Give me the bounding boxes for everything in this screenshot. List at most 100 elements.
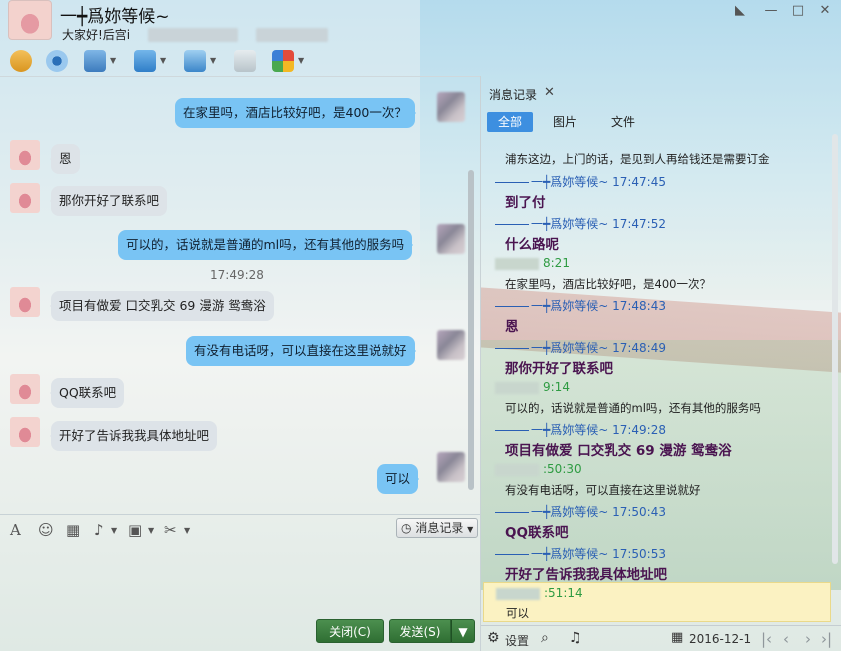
blurred-info [148,28,238,42]
chevron-down-icon[interactable]: ▼ [110,56,116,65]
history-message-text: 有没有电话呀，可以直接在这里说就好 [505,483,701,497]
scrollbar-thumb[interactable] [832,134,838,564]
chevron-down-icon[interactable]: ▼ [298,56,304,65]
apps-icon[interactable] [272,50,294,72]
filter-tab-images[interactable]: 图片 [545,112,585,132]
history-sender-line: 一┿爲妳等候~ 17:50:43 [495,503,666,520]
chat-message-area: 在家里吗，酒店比较好吧，是400一次？ 恩 那你开好了联系吧 可以的，话说就是普… [0,80,480,510]
message-bubble-sent[interactable]: 有没有电话呀，可以直接在这里说就好 [186,336,416,366]
send-button[interactable]: 发送(S) [389,619,451,643]
filter-tab-all[interactable]: 全部 [487,112,533,132]
filter-tab-files[interactable]: 文件 [603,112,643,132]
contact-avatar-small[interactable] [10,183,40,213]
remote-screen-icon[interactable] [84,50,106,72]
message-bubble-sent[interactable]: 可以 [377,464,420,494]
history-self-time: 8:21 [495,256,570,270]
share-screen-icon[interactable] [184,50,206,72]
gif-icon[interactable]: ▦ [66,521,80,539]
history-date[interactable]: 2016-12-1 [689,632,751,646]
history-record-list: 浦东这边，上门的话，是见到人再给钱还是需要订金 一┿爲妳等候~ 17:47:45… [481,134,841,624]
divider [0,76,480,77]
contact-avatar-small[interactable] [10,417,40,447]
message-bubble-sent[interactable]: 可以的，话说就是普通的ml吗，还有其他的服务吗 [118,230,414,260]
scissors-icon[interactable]: ✂ [164,521,177,539]
previous-page-icon[interactable]: ‹ [783,630,789,648]
create-discussion-icon[interactable] [234,50,256,72]
close-button[interactable]: 关闭(C) [316,619,384,643]
message-history-button[interactable]: ◷ 消息记录 ▼ [396,518,478,538]
history-message-text: 可以 [506,606,529,620]
search-icon[interactable]: ⌕ [541,630,549,646]
self-avatar[interactable] [437,452,465,482]
chevron-down-icon: ▼ [467,525,474,534]
message-bubble-received[interactable]: 恩 [50,144,80,174]
history-message-text: 什么路呢 [505,237,559,253]
blurred-info [256,28,328,42]
contact-avatar[interactable] [8,0,52,40]
first-page-icon[interactable]: |‹ [761,630,772,648]
message-input[interactable] [0,542,480,612]
next-page-icon[interactable]: › [805,630,811,648]
history-self-time: :50:30 [495,462,582,476]
contact-name: 一┿爲妳等候~ [60,7,170,27]
gear-icon[interactable]: ⚙ [487,630,500,646]
emoji-icon[interactable]: ☺ [38,521,54,539]
message-history-label: 消息记录 [415,521,464,535]
settings-label[interactable]: 设置 [505,632,529,649]
history-sender-line: 一┿爲妳等候~ 17:47:52 [495,215,666,232]
history-sender-line: 一┿爲妳等候~ 17:50:53 [495,545,666,562]
self-avatar[interactable] [437,92,465,122]
panel-header: 消息记录 ✕ [481,76,841,108]
font-icon[interactable]: A [10,521,21,539]
video-call-icon[interactable] [46,50,68,72]
contact-avatar-small[interactable] [10,287,40,317]
close-icon[interactable]: ✕ [818,4,832,18]
send-file-icon[interactable] [134,50,156,72]
send-options-chevron-icon[interactable]: ▼ [451,619,475,643]
calendar-icon[interactable]: ▦ [671,630,683,645]
history-scrollbar[interactable] [831,134,839,574]
history-sender-line: 一┿爲妳等候~ 17:48:49 [495,339,666,356]
message-bubble-received[interactable]: QQ联系吧 [49,378,125,408]
history-self-time: 9:14 [495,380,570,394]
history-sender-line: 一┿爲妳等候~ 17:48:43 [495,297,666,314]
history-footer: ⚙ 设置 ⌕ ♫ ▦ 2016-12-1 |‹ ‹ › ›| [481,625,841,651]
chat-scrollbar[interactable] [467,90,475,500]
chevron-down-icon[interactable]: ▼ [160,56,166,65]
tab-message-history[interactable]: 消息记录 [489,86,537,103]
close-icon[interactable]: ✕ [544,85,555,100]
minimize-icon[interactable]: — [764,4,778,18]
history-message-text: 项目有做爱 口交乳交 69 漫游 鸳鸯浴 [505,443,732,459]
image-icon[interactable]: ▣ [128,521,142,539]
history-message-text: 那你开好了联系吧 [505,361,613,377]
last-page-icon[interactable]: ›| [821,630,832,648]
skin-icon[interactable]: ◣ [733,4,747,18]
scrollbar-thumb[interactable] [468,170,474,490]
message-history-panel: 消息记录 ✕ 全部 图片 文件 浦东这边，上门的话，是见到人再给钱还是需要订金 … [480,76,841,651]
clock-icon: ◷ [401,521,412,535]
history-sender-line: 一┿爲妳等候~ 17:49:28 [495,421,666,438]
contact-avatar-small[interactable] [10,374,40,404]
microphone-icon[interactable]: ♪ [94,521,104,539]
self-avatar[interactable] [437,330,465,360]
chevron-down-icon[interactable]: ▼ [148,526,154,535]
voice-call-icon[interactable] [10,50,32,72]
message-bubble-received[interactable]: 那你开好了联系吧 [49,186,168,216]
chevron-down-icon[interactable]: ▼ [210,56,216,65]
history-selected-record[interactable]: :51:14 可以 [483,582,831,622]
chevron-down-icon[interactable]: ▼ [111,526,117,535]
self-avatar[interactable] [437,224,465,254]
history-message-text: QQ联系吧 [505,525,569,541]
contact-avatar-small[interactable] [10,140,40,170]
message-bubble-received[interactable]: 项目有做爱 口交乳交 69 漫游 鸳鸯浴 [50,291,274,321]
chat-toolbar: ▼ ▼ ▼ ▼ [0,46,470,76]
history-sender-line: 一┿爲妳等候~ 17:47:45 [495,173,666,190]
message-bubble-received[interactable]: 开好了告诉我我具体地址吧 [49,421,218,451]
chevron-down-icon[interactable]: ▼ [184,526,190,535]
title-bar: 一┿爲妳等候~ 大家好!后宫i ◣ — □ ✕ [0,0,841,46]
maximize-icon[interactable]: □ [791,4,805,18]
speaker-icon[interactable]: ♫ [569,630,582,646]
history-message-text: 可以的，话说就是普通的ml吗，还有其他的服务吗 [505,401,761,415]
message-timestamp: 17:49:28 [210,268,264,282]
message-bubble-sent[interactable]: 在家里吗，酒店比较好吧，是400一次？ [175,98,416,128]
